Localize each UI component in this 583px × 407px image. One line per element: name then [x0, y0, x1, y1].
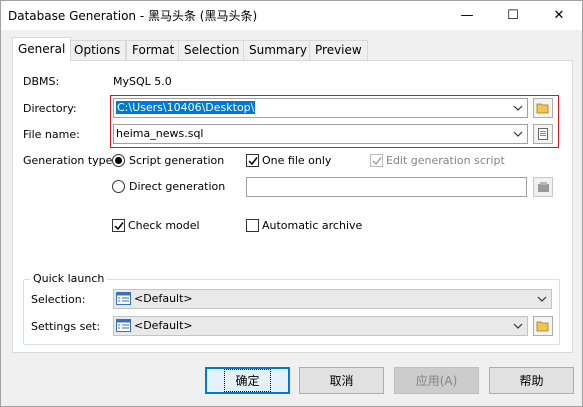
automatic-archive-checkbox[interactable] [246, 219, 259, 232]
ok-button-label: 确定 [224, 369, 271, 392]
maximize-button[interactable]: ☐ [490, 1, 536, 30]
open-settings-set-button[interactable] [533, 316, 553, 336]
database-generation-dialog: Database Generation - 黑马头条 (黑马头条) — ☐ ✕ … [0, 0, 583, 407]
check-model-label[interactable]: Check model [128, 219, 200, 232]
chevron-down-icon[interactable] [536, 292, 548, 306]
tab-preview[interactable]: Preview [309, 40, 368, 60]
cancel-button[interactable]: 取消 [299, 367, 384, 394]
ok-button[interactable]: 确定 [205, 367, 290, 394]
selection-combo[interactable]: <Default> [113, 289, 552, 309]
grid-icon [116, 319, 131, 332]
minimize-icon: — [460, 8, 474, 23]
chevron-down-icon[interactable] [512, 319, 524, 333]
settings-set-combo[interactable]: <Default> [113, 316, 528, 336]
one-file-only-checkbox[interactable] [246, 154, 259, 167]
tab-format[interactable]: Format [126, 40, 181, 60]
apply-button[interactable]: 应用(A) [394, 367, 479, 394]
generation-type-label: Generation type: [23, 154, 117, 167]
settings-set-value: <Default> [134, 319, 193, 332]
checkmark-icon [114, 222, 124, 231]
apply-button-label: 应用(A) [415, 374, 458, 388]
edit-generation-script-checkbox[interactable] [370, 154, 383, 167]
tab-summary[interactable]: Summary [243, 40, 313, 60]
automatic-archive-label[interactable]: Automatic archive [262, 219, 362, 232]
edit-generation-script-label: Edit generation script [386, 154, 505, 167]
highlight-annotation [110, 95, 559, 148]
cancel-button-label: 取消 [329, 374, 354, 388]
tab-options[interactable]: Options [68, 40, 127, 60]
one-file-only-label[interactable]: One file only [262, 154, 331, 167]
quick-launch-title: Quick launch [30, 272, 108, 285]
maximize-icon: ☐ [507, 8, 519, 23]
direct-generation-label[interactable]: Direct generation [129, 180, 225, 193]
connect-datasource-button[interactable] [533, 177, 553, 197]
help-button[interactable]: 帮助 [489, 367, 574, 394]
direct-generation-radio[interactable] [112, 180, 125, 193]
help-button-label: 帮助 [519, 374, 544, 388]
folder-icon [536, 321, 549, 332]
tab-selection[interactable]: Selection [178, 40, 246, 60]
database-connect-icon [537, 182, 549, 192]
selection-label: Selection: [31, 293, 86, 306]
directory-label: Directory: [23, 102, 77, 115]
settings-set-label: Settings set: [31, 320, 101, 333]
grid-icon [116, 292, 131, 305]
script-generation-label[interactable]: Script generation [129, 154, 224, 167]
title-bar: Database Generation - 黑马头条 (黑马头条) — ☐ ✕ [1, 1, 582, 30]
selection-value: <Default> [134, 292, 193, 305]
close-button[interactable]: ✕ [536, 1, 582, 30]
check-model-checkbox[interactable] [112, 219, 125, 232]
tab-general[interactable]: General [12, 37, 72, 61]
checkmark-icon [248, 157, 258, 166]
dbms-value: MySQL 5.0 [113, 75, 172, 88]
close-icon: ✕ [553, 8, 565, 23]
script-generation-radio[interactable] [112, 154, 125, 167]
checkmark-icon [372, 157, 382, 166]
separator [21, 208, 561, 209]
dbms-label: DBMS: [23, 75, 60, 88]
minimize-button[interactable]: — [444, 1, 490, 30]
filename-label: File name: [23, 128, 80, 141]
direct-generation-datasource-field[interactable] [246, 177, 527, 197]
window-title: Database Generation - 黑马头条 (黑马头条) [8, 9, 258, 23]
